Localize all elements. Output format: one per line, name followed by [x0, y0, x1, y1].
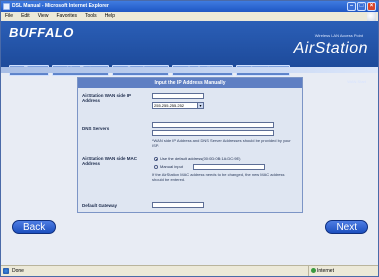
globe-icon [311, 268, 316, 273]
window-controls: – □ × [347, 2, 376, 11]
menu-favorites[interactable]: Favorites [56, 12, 77, 21]
mac-default-label: Use the default address(00:0D:0B:1A:DC:9… [160, 156, 241, 161]
chevron-down-icon: ▾ [197, 103, 203, 108]
minimize-icon[interactable]: – [347, 2, 356, 11]
mac-default-radio[interactable] [154, 157, 158, 161]
page-done-icon [3, 268, 9, 274]
menu-edit[interactable]: Edit [21, 12, 30, 21]
back-button[interactable]: Back [12, 220, 57, 234]
default-gateway-input[interactable] [152, 202, 204, 208]
browser-window: DSL Manual - Microsoft Internet Explorer… [0, 0, 379, 277]
title-bar: DSL Manual - Microsoft Internet Explorer… [1, 1, 378, 12]
mac-manual-label: Manual input [160, 164, 183, 169]
wan-ip-input[interactable] [152, 93, 204, 99]
subtab-label: WAN Start [347, 79, 366, 84]
window-title: DSL Manual - Microsoft Internet Explorer [12, 3, 109, 9]
next-button[interactable]: Next [325, 220, 368, 234]
dns-primary-input[interactable] [152, 122, 274, 128]
status-bar: Done Internet [1, 265, 378, 276]
dns-secondary-input[interactable] [152, 130, 274, 136]
page-header: BUFFALO Wireless LAN Access Point AirSta… [1, 21, 378, 84]
form-title: Input the IP Address Manually [78, 78, 302, 88]
menu-tools[interactable]: Tools [85, 12, 97, 21]
dns-note: *WAN side IP Address and DNS Server Addr… [152, 138, 291, 148]
maximize-icon[interactable]: □ [357, 2, 366, 11]
default-gateway-label: Default Gateway [82, 203, 118, 208]
mac-manual-radio[interactable] [154, 165, 158, 169]
menu-file[interactable]: File [5, 12, 13, 21]
header-divider [1, 67, 378, 73]
close-icon[interactable]: × [367, 2, 376, 11]
dns-servers-label: DNS Servers [82, 126, 110, 131]
mac-note: If the AirStation MAC address needs to b… [152, 172, 285, 182]
airstation-brand: AirStation [293, 40, 368, 57]
mac-manual-input[interactable] [193, 164, 265, 170]
security-zone: Internet [308, 266, 368, 276]
ip-settings-form: Input the IP Address Manually AirStation… [77, 77, 303, 213]
status-text: Done [12, 268, 24, 274]
menu-bar: File Edit View Favorites Tools Help [1, 12, 378, 21]
wan-ip-label: AirStation WAN side IP Address [82, 93, 131, 103]
tagline: Wireless LAN Access Point [314, 33, 363, 38]
subnet-mask-select[interactable]: 255.255.255.252 ▾ [152, 102, 204, 109]
mac-address-label: AirStation WAN side MAC Address [82, 156, 138, 166]
ie-icon [3, 3, 10, 10]
menu-view[interactable]: View [38, 12, 49, 21]
menu-help[interactable]: Help [105, 12, 115, 21]
buffalo-logo: BUFFALO [9, 25, 74, 40]
windows-logo-icon [367, 12, 376, 21]
